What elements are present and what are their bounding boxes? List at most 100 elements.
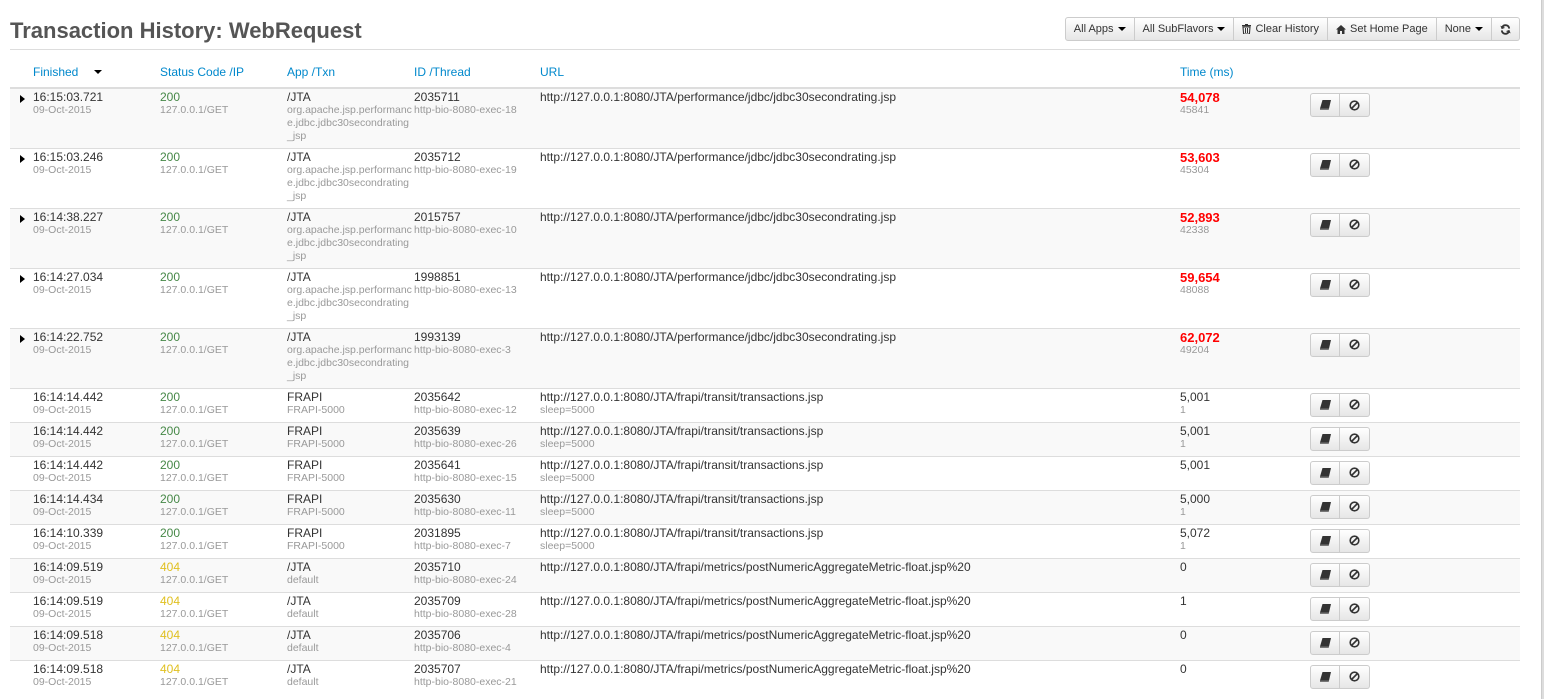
ignore-button[interactable]: [1340, 392, 1370, 417]
ignore-button[interactable]: [1340, 664, 1370, 689]
table-row[interactable]: 16:14:38.227 09-Oct-2015 200 127.0.0.1/G…: [10, 207, 1520, 268]
view-details-button[interactable]: [1310, 562, 1340, 587]
finished-cell: 16:14:10.339 09-Oct-2015: [10, 523, 160, 558]
request-url[interactable]: http://127.0.0.1:8080/JTA/frapi/transit/…: [540, 424, 1180, 438]
request-url[interactable]: http://127.0.0.1:8080/JTA/frapi/metrics/…: [540, 560, 1180, 574]
request-url[interactable]: http://127.0.0.1:8080/JTA/performance/jd…: [540, 210, 1180, 224]
finished-date: 09-Oct-2015: [33, 539, 92, 552]
column-header-url[interactable]: URL: [540, 50, 1180, 89]
table-row[interactable]: 16:14:14.442 09-Oct-2015 200 127.0.0.1/G…: [10, 455, 1520, 490]
duration-ms: 62,072: [1180, 329, 1220, 345]
ignore-button[interactable]: [1340, 93, 1370, 117]
request-url[interactable]: http://127.0.0.1:8080/JTA/performance/jd…: [540, 330, 1180, 344]
finished-date: 09-Oct-2015: [33, 505, 92, 518]
table-row[interactable]: 16:14:09.518 09-Oct-2015 404 127.0.0.1/G…: [10, 659, 1520, 694]
ignore-button[interactable]: [1340, 272, 1370, 297]
table-row[interactable]: 16:14:14.442 09-Oct-2015 200 127.0.0.1/G…: [10, 387, 1520, 422]
table-row[interactable]: 16:14:09.518 09-Oct-2015 404 127.0.0.1/G…: [10, 625, 1520, 660]
column-header-id[interactable]: ID /Thread: [414, 50, 540, 89]
thread-name: http-bio-8080-exec-12: [414, 403, 517, 416]
actions-cell: [1310, 523, 1520, 558]
request-url[interactable]: http://127.0.0.1:8080/JTA/frapi/metrics/…: [540, 662, 1180, 676]
txn-name: FRAPI-5000: [287, 505, 345, 518]
table-row[interactable]: 16:14:14.442 09-Oct-2015 200 127.0.0.1/G…: [10, 421, 1520, 456]
all-subflavors-dropdown[interactable]: All SubFlavors: [1134, 17, 1235, 41]
time-cell: 5,001 1: [1180, 421, 1310, 456]
finished-date: 09-Oct-2015: [33, 437, 92, 450]
table-row[interactable]: 16:14:27.034 09-Oct-2015 200 127.0.0.1/G…: [10, 267, 1520, 328]
ignore-button[interactable]: [1340, 152, 1370, 177]
actions-cell: [1310, 489, 1520, 524]
view-details-button[interactable]: [1310, 426, 1340, 451]
finished-date: 09-Oct-2015: [33, 283, 92, 296]
expand-row-icon[interactable]: [20, 154, 25, 163]
refresh-button[interactable]: [1492, 17, 1520, 41]
request-url[interactable]: http://127.0.0.1:8080/JTA/frapi/transit/…: [540, 526, 1180, 540]
ignore-button[interactable]: [1340, 630, 1370, 655]
view-details-button[interactable]: [1310, 212, 1340, 237]
finished-time: 16:15:03.721: [33, 90, 104, 104]
view-details-button[interactable]: [1310, 664, 1340, 689]
column-header-time[interactable]: Time (ms): [1180, 50, 1310, 89]
expand-row-icon[interactable]: [20, 274, 25, 283]
ban-icon: [1349, 399, 1360, 410]
view-details-button[interactable]: [1310, 494, 1340, 519]
transaction-id: 2035642: [414, 389, 461, 404]
duration-ms: 5,072: [1180, 525, 1211, 540]
view-details-button[interactable]: [1310, 332, 1340, 357]
table-row[interactable]: 16:14:10.339 09-Oct-2015 200 127.0.0.1/G…: [10, 523, 1520, 558]
request-url[interactable]: http://127.0.0.1:8080/JTA/frapi/transit/…: [540, 458, 1180, 472]
expand-row-icon[interactable]: [20, 214, 25, 223]
column-header-status[interactable]: Status Code /IP: [160, 50, 287, 89]
view-details-button[interactable]: [1310, 392, 1340, 417]
none-dropdown[interactable]: None: [1436, 17, 1492, 41]
ignore-button[interactable]: [1340, 426, 1370, 451]
book-icon: [1319, 279, 1331, 290]
request-url[interactable]: http://127.0.0.1:8080/JTA/performance/jd…: [540, 91, 1180, 104]
row-actions: [1310, 630, 1370, 655]
request-url[interactable]: http://127.0.0.1:8080/JTA/frapi/transit/…: [540, 390, 1180, 404]
ignore-button[interactable]: [1340, 460, 1370, 485]
column-header-finished[interactable]: Finished: [10, 50, 160, 89]
request-url[interactable]: http://127.0.0.1:8080/JTA/performance/jd…: [540, 150, 1180, 164]
set-home-page-button[interactable]: Set Home Page: [1328, 17, 1437, 41]
clear-history-button[interactable]: Clear History: [1234, 17, 1329, 41]
ignore-button[interactable]: [1340, 596, 1370, 621]
finished-cell: 16:14:09.518 09-Oct-2015: [10, 625, 160, 660]
id-cell: 2035710 http-bio-8080-exec-24: [414, 557, 540, 592]
ignore-button[interactable]: [1340, 332, 1370, 357]
app-cell: /JTA default: [287, 591, 414, 626]
book-icon: [1319, 219, 1331, 230]
table-row[interactable]: 16:15:03.721 09-Oct-2015 200 127.0.0.1/G…: [10, 87, 1520, 148]
request-url[interactable]: http://127.0.0.1:8080/JTA/frapi/transit/…: [540, 492, 1180, 506]
table-row[interactable]: 16:14:09.519 09-Oct-2015 404 127.0.0.1/G…: [10, 557, 1520, 592]
thread-name: http-bio-8080-exec-19: [414, 163, 517, 176]
view-details-button[interactable]: [1310, 596, 1340, 621]
duration-sub: 49204: [1180, 343, 1210, 356]
expand-row-icon[interactable]: [20, 334, 25, 343]
table-row[interactable]: 16:15:03.246 09-Oct-2015 200 127.0.0.1/G…: [10, 147, 1520, 208]
ignore-button[interactable]: [1340, 528, 1370, 553]
view-details-button[interactable]: [1310, 272, 1340, 297]
table-row[interactable]: 16:14:09.519 09-Oct-2015 404 127.0.0.1/G…: [10, 591, 1520, 626]
url-cell: http://127.0.0.1:8080/JTA/performance/jd…: [540, 147, 1180, 208]
status-code: 200: [160, 329, 181, 344]
request-url[interactable]: http://127.0.0.1:8080/JTA/frapi/metrics/…: [540, 628, 1180, 642]
ignore-button[interactable]: [1340, 562, 1370, 587]
view-details-button[interactable]: [1310, 152, 1340, 177]
column-header-app[interactable]: App /Txn: [287, 50, 414, 89]
view-details-button[interactable]: [1310, 93, 1340, 117]
all-apps-dropdown[interactable]: All Apps: [1064, 17, 1135, 41]
table-row[interactable]: 16:14:14.434 09-Oct-2015 200 127.0.0.1/G…: [10, 489, 1520, 524]
ignore-button[interactable]: [1340, 494, 1370, 519]
view-details-button[interactable]: [1310, 630, 1340, 655]
request-url[interactable]: http://127.0.0.1:8080/JTA/performance/jd…: [540, 270, 1180, 284]
view-details-button[interactable]: [1310, 460, 1340, 485]
request-url[interactable]: http://127.0.0.1:8080/JTA/frapi/metrics/…: [540, 594, 1180, 608]
table-row[interactable]: 16:14:22.752 09-Oct-2015 200 127.0.0.1/G…: [10, 327, 1520, 388]
ignore-button[interactable]: [1340, 212, 1370, 237]
finished-time: 16:14:09.519: [33, 593, 104, 608]
expand-row-icon[interactable]: [20, 95, 25, 103]
view-details-button[interactable]: [1310, 528, 1340, 553]
sort-desc-icon[interactable]: [93, 70, 102, 75]
